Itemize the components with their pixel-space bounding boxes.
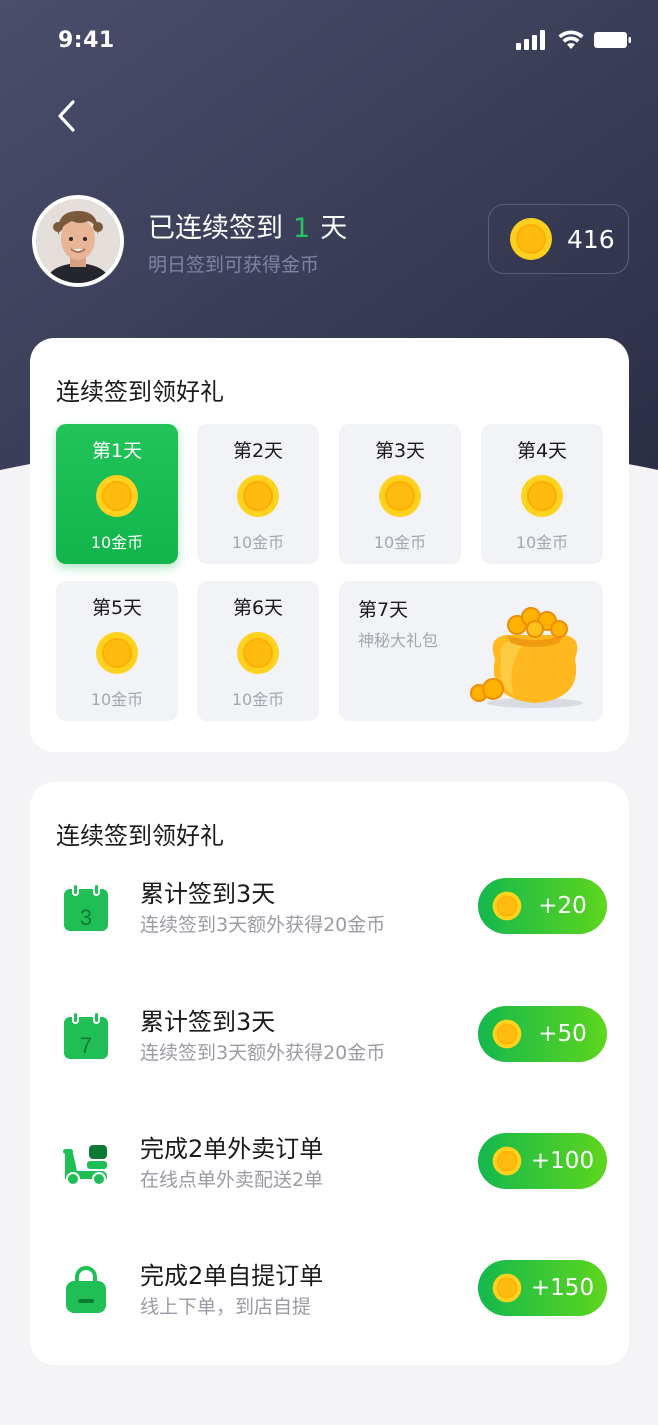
day-amount: 10金币 (515, 533, 569, 552)
coin-icon (521, 475, 563, 517)
day-label: 第1天 (91, 440, 143, 462)
gift-bag-icon (470, 607, 583, 708)
day-amount: 10金币 (231, 533, 285, 552)
streak-subtitle: 明日签到可获得金币 (148, 254, 320, 276)
day-amount: 10金币 (231, 690, 285, 709)
calendar-number: 3 (80, 905, 92, 930)
avatar[interactable] (32, 195, 124, 287)
coin-icon (492, 1273, 522, 1303)
task-title: 累计签到3天 (140, 1008, 276, 1036)
streak-title: 已连续签到 1 天 (148, 206, 347, 245)
task-title: 完成2单外卖订单 (140, 1135, 324, 1163)
coin-balance-value: 416 (567, 224, 615, 254)
claim-reward-button[interactable]: +100 (478, 1133, 607, 1189)
claim-reward-button[interactable]: +20 (478, 878, 607, 934)
claim-reward-button[interactable]: +50 (478, 1006, 607, 1062)
coin-icon (96, 632, 138, 674)
day-1-tile[interactable]: 第1天 10金币 (56, 424, 178, 564)
coin-icon (96, 475, 138, 517)
day-label: 第2天 (232, 440, 284, 462)
scooter-icon (58, 1135, 114, 1191)
back-button[interactable] (46, 94, 86, 138)
reward-amount: +150 (530, 1275, 595, 1301)
reward-amount: +50 (538, 1021, 587, 1047)
coin-balance-button[interactable]: 416 (488, 204, 629, 274)
day-label: 第6天 (232, 597, 284, 619)
checkin-card-title: 连续签到领好礼 (56, 378, 224, 406)
coin-icon (492, 1019, 522, 1049)
coin-icon (379, 475, 421, 517)
task-item: 完成2单外卖订单 在线点单外卖配送2单 +100 (30, 1117, 629, 1217)
task-subtitle: 线上下单，到店自提 (140, 1296, 312, 1318)
coin-icon (492, 891, 522, 921)
checkin-card: 连续签到领好礼 第1天 10金币 第2天 10金币 第3天 10金币 第4天 1… (30, 338, 629, 752)
coin-icon (237, 632, 279, 674)
calendar-icon: 3 (58, 880, 114, 936)
status-time: 9:41 (58, 28, 115, 53)
claim-reward-button[interactable]: +150 (478, 1260, 607, 1316)
status-bar: 9:41 (0, 0, 658, 80)
shopping-bag-icon (58, 1262, 114, 1318)
battery-icon (594, 32, 631, 48)
coin-icon (237, 475, 279, 517)
task-title: 完成2单自提订单 (140, 1262, 324, 1290)
signal-icon (516, 30, 545, 50)
day-amount: 10金币 (90, 533, 144, 552)
wifi-icon (558, 30, 584, 49)
task-item: 3 累计签到3天 连续签到3天额外获得20金币 +20 (30, 862, 629, 962)
day-amount: 10金币 (90, 690, 144, 709)
task-title: 累计签到3天 (140, 880, 276, 908)
day-5-tile[interactable]: 第5天 10金币 (56, 581, 178, 721)
day-label: 第5天 (91, 597, 143, 619)
day-6-tile[interactable]: 第6天 10金币 (197, 581, 319, 721)
streak-suffix: 天 (320, 213, 348, 244)
day-2-tile[interactable]: 第2天 10金币 (197, 424, 319, 564)
task-subtitle: 连续签到3天额外获得20金币 (140, 1042, 386, 1064)
task-item: 完成2单自提订单 线上下单，到店自提 +150 (30, 1244, 629, 1344)
day-3-tile[interactable]: 第3天 10金币 (339, 424, 461, 564)
streak-prefix: 已连续签到 (148, 213, 283, 244)
tasks-card-title: 连续签到领好礼 (56, 822, 224, 850)
day-label: 第4天 (516, 440, 568, 462)
day-7-tile[interactable]: 第7天 神秘大礼包 (339, 581, 603, 721)
coin-icon (510, 218, 552, 260)
calendar-number: 7 (80, 1033, 92, 1058)
reward-amount: +20 (538, 893, 587, 919)
day-amount: 10金币 (373, 533, 427, 552)
day-label: 第7天 (358, 599, 409, 621)
day-label: 第3天 (374, 440, 426, 462)
chevron-left-icon (58, 100, 75, 132)
task-subtitle: 连续签到3天额外获得20金币 (140, 914, 386, 936)
status-icons (516, 30, 632, 50)
day-7-subtitle: 神秘大礼包 (358, 631, 439, 650)
coin-icon (492, 1146, 522, 1176)
tasks-card: 连续签到领好礼 3 累计签到3天 连续签到3天额外获得20金币 +20 7 累计… (30, 782, 629, 1365)
streak-days: 1 (293, 213, 311, 244)
day-4-tile[interactable]: 第4天 10金币 (481, 424, 603, 564)
task-subtitle: 在线点单外卖配送2单 (140, 1169, 324, 1191)
user-photo (36, 199, 120, 283)
reward-amount: +100 (530, 1148, 595, 1174)
task-item: 7 累计签到3天 连续签到3天额外获得20金币 +50 (30, 990, 629, 1090)
calendar-icon: 7 (58, 1008, 114, 1064)
